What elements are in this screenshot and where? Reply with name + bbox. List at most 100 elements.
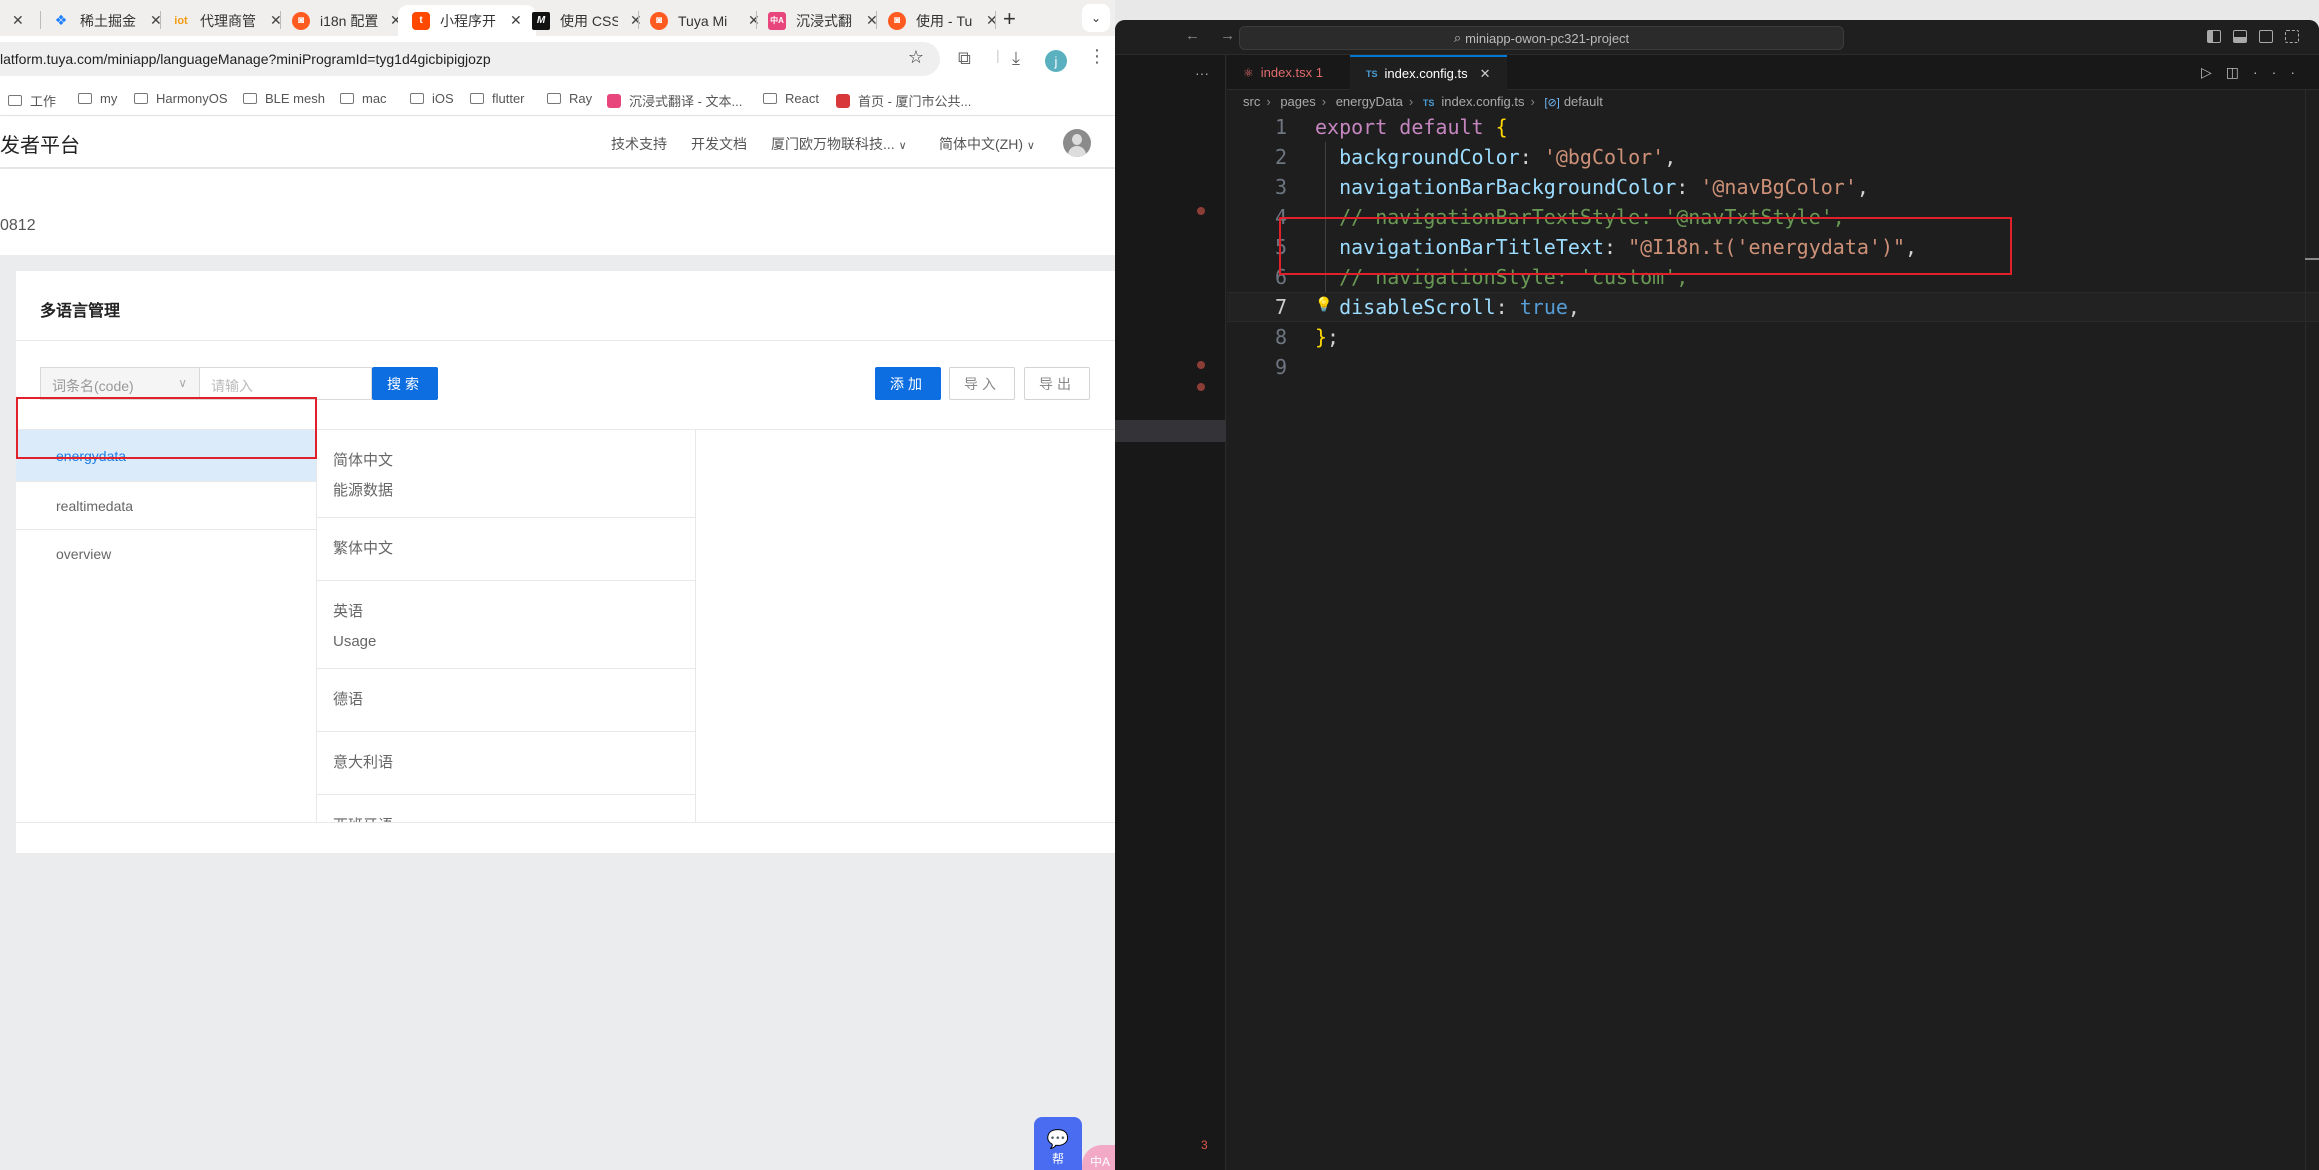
- editor-tab[interactable]: ⚛ index.tsx 1: [1227, 55, 1339, 90]
- toggle-panel-icon[interactable]: [2233, 30, 2247, 43]
- help-chat-button[interactable]: 💬 帮: [1034, 1117, 1082, 1170]
- tab-separator: [280, 11, 281, 29]
- bookmark-folder[interactable]: Ray: [547, 91, 592, 106]
- browser-tab[interactable]: Da ✕: [0, 5, 24, 36]
- export-button[interactable]: 导出: [1024, 367, 1090, 400]
- bookmark-folder[interactable]: React: [763, 91, 819, 106]
- browser-tab[interactable]: ◙ i18n 配置 ✕: [292, 5, 402, 36]
- code-line: 3 navigationBarBackgroundColor: '@navBgC…: [1227, 172, 2319, 202]
- breadcrumb-item[interactable]: pages: [1280, 94, 1315, 109]
- new-tab-button[interactable]: +: [1003, 6, 1016, 32]
- nav-docs-link[interactable]: 开发文档: [691, 134, 747, 154]
- bookmark-folder[interactable]: flutter: [470, 91, 525, 106]
- download-icon[interactable]: ⤓: [1012, 48, 1020, 69]
- bookmark-label: React: [785, 91, 819, 106]
- breadcrumb-item[interactable]: energyData: [1336, 94, 1403, 109]
- import-button[interactable]: 导入: [949, 367, 1015, 400]
- more-actions-icon[interactable]: ···: [1195, 65, 1209, 81]
- close-icon[interactable]: ✕: [630, 12, 642, 29]
- language-dropdown[interactable]: 简体中文(ZH) ∨: [939, 134, 1035, 154]
- brand-title[interactable]: 发者平台: [0, 129, 80, 158]
- address-bar[interactable]: latform.tuya.com/miniapp/languageManage?…: [0, 42, 940, 76]
- browser-tab[interactable]: ❖ 稀土掘金 ✕: [52, 5, 162, 36]
- translate-float-button[interactable]: 中A: [1082, 1145, 1115, 1170]
- folder-icon: [134, 93, 148, 104]
- tab-separator: [40, 11, 41, 29]
- top-navbar: 发者平台 技术支持 开发文档 厦门欧万物联科技... ∨ 简体中文(ZH) ∨: [0, 117, 1115, 167]
- translation-row[interactable]: 英语 Usage: [317, 581, 695, 669]
- bookmark-star-icon[interactable]: ☆: [908, 47, 924, 68]
- annotation-box: [1279, 217, 2012, 275]
- browser-tab-active[interactable]: t 小程序开 ✕: [398, 5, 536, 36]
- tab-search-button[interactable]: ⌄: [1082, 4, 1110, 32]
- breadcrumb-item[interactable]: index.config.ts: [1441, 94, 1524, 109]
- folder-icon: [410, 93, 424, 104]
- folder-icon: [340, 93, 354, 104]
- key-code: realtimedata: [56, 498, 134, 514]
- profile-avatar[interactable]: j: [1045, 50, 1067, 72]
- bookmark-folder[interactable]: 工作: [8, 91, 56, 110]
- vertical-scrollbar[interactable]: [2305, 90, 2319, 1170]
- key-item[interactable]: overview: [16, 530, 316, 578]
- company-dropdown[interactable]: 厦门欧万物联科技... ∨: [771, 134, 907, 154]
- split-editor-icon[interactable]: ◫: [2226, 64, 2253, 80]
- browser-tab[interactable]: iot 代理商管 ✕: [172, 5, 281, 36]
- breadcrumb-item[interactable]: default: [1564, 94, 1603, 109]
- nav-support-link[interactable]: 技术支持: [611, 134, 667, 154]
- user-avatar[interactable]: [1063, 129, 1091, 157]
- bookmark-folder[interactable]: my: [78, 91, 117, 106]
- browser-tab[interactable]: M 使用 CSS ✕: [532, 5, 642, 36]
- bookmark-site[interactable]: 首页 - 厦门市公共...: [836, 91, 971, 110]
- browser-tab[interactable]: ◙ Tuya Mi ✕: [650, 5, 760, 36]
- translation-row[interactable]: 意大利语: [317, 732, 695, 795]
- breadcrumb-item[interactable]: src: [1243, 94, 1260, 109]
- close-icon[interactable]: ✕: [748, 12, 760, 29]
- tab-label: index.tsx: [1260, 65, 1313, 80]
- bookmark-folder[interactable]: BLE mesh: [243, 91, 325, 106]
- search-input[interactable]: 请输入: [199, 367, 372, 400]
- search-button[interactable]: 搜索: [372, 367, 438, 400]
- url-text[interactable]: latform.tuya.com/miniapp/languageManage?…: [0, 51, 491, 67]
- customize-layout-icon[interactable]: [2285, 30, 2299, 43]
- bookmark-folder[interactable]: mac: [340, 91, 387, 106]
- toggle-sidebar-icon[interactable]: [2207, 30, 2221, 43]
- browser-tab[interactable]: 中A 沉浸式翻 ✕: [768, 5, 878, 36]
- translation-row[interactable]: 德语: [317, 669, 695, 732]
- folder-icon: [8, 95, 22, 106]
- translation-row[interactable]: 繁体中文: [317, 518, 695, 581]
- add-button[interactable]: 添加: [875, 367, 941, 400]
- editor-tabs: ⚛ index.tsx 1 TS index.config.ts ✕ ▷◫···: [1227, 55, 2319, 90]
- close-icon[interactable]: ✕: [510, 12, 522, 29]
- selected-row[interactable]: [1115, 420, 1226, 442]
- search-field-select[interactable]: 词条名(code) ∨: [40, 367, 200, 400]
- code-line: 1 export default {: [1227, 112, 2319, 142]
- close-icon[interactable]: ✕: [1480, 66, 1491, 82]
- string-token: '@bgColor': [1543, 145, 1665, 169]
- immersive-translate-icon: 中A: [768, 11, 786, 30]
- close-icon[interactable]: ✕: [12, 12, 24, 29]
- more-menu-icon[interactable]: ⋮: [1088, 46, 1106, 67]
- command-center[interactable]: ⌕ miniapp-owon-pc321-project: [1239, 26, 1844, 50]
- key-item[interactable]: realtimedata: [16, 482, 316, 530]
- translation-row[interactable]: 简体中文 能源数据: [317, 430, 695, 518]
- side-panel: ··· 3: [1115, 55, 1226, 1170]
- tab-label: index.config.ts: [1384, 66, 1468, 81]
- run-icon[interactable]: ▷: [2201, 64, 2226, 80]
- browser-tab[interactable]: ◙ 使用 - Tu ✕: [888, 5, 998, 36]
- extensions-icon[interactable]: ⧉: [958, 48, 971, 69]
- translation-value: 能源数据: [333, 482, 394, 499]
- translation-row[interactable]: 西班牙语: [317, 795, 695, 822]
- toggle-secondary-sidebar-icon[interactable]: [2259, 30, 2273, 43]
- bookmark-folder[interactable]: iOS: [410, 91, 454, 106]
- more-actions-icon[interactable]: ···: [2253, 64, 2309, 80]
- nav-back-forward[interactable]: ← →: [1185, 27, 1243, 44]
- bookmark-label: Ray: [569, 91, 593, 106]
- bookmark-site[interactable]: 沉浸式翻译 - 文本...: [607, 91, 742, 110]
- bookmark-folder[interactable]: HarmonyOS: [134, 91, 228, 106]
- editor-tab-active[interactable]: TS index.config.ts ✕: [1350, 55, 1507, 90]
- line-number: 6: [1274, 265, 1287, 289]
- property-token: disableScroll: [1339, 295, 1496, 319]
- lightbulb-icon[interactable]: 💡: [1315, 297, 1332, 313]
- folder-icon: [763, 93, 777, 104]
- language-name: 意大利语: [333, 754, 394, 771]
